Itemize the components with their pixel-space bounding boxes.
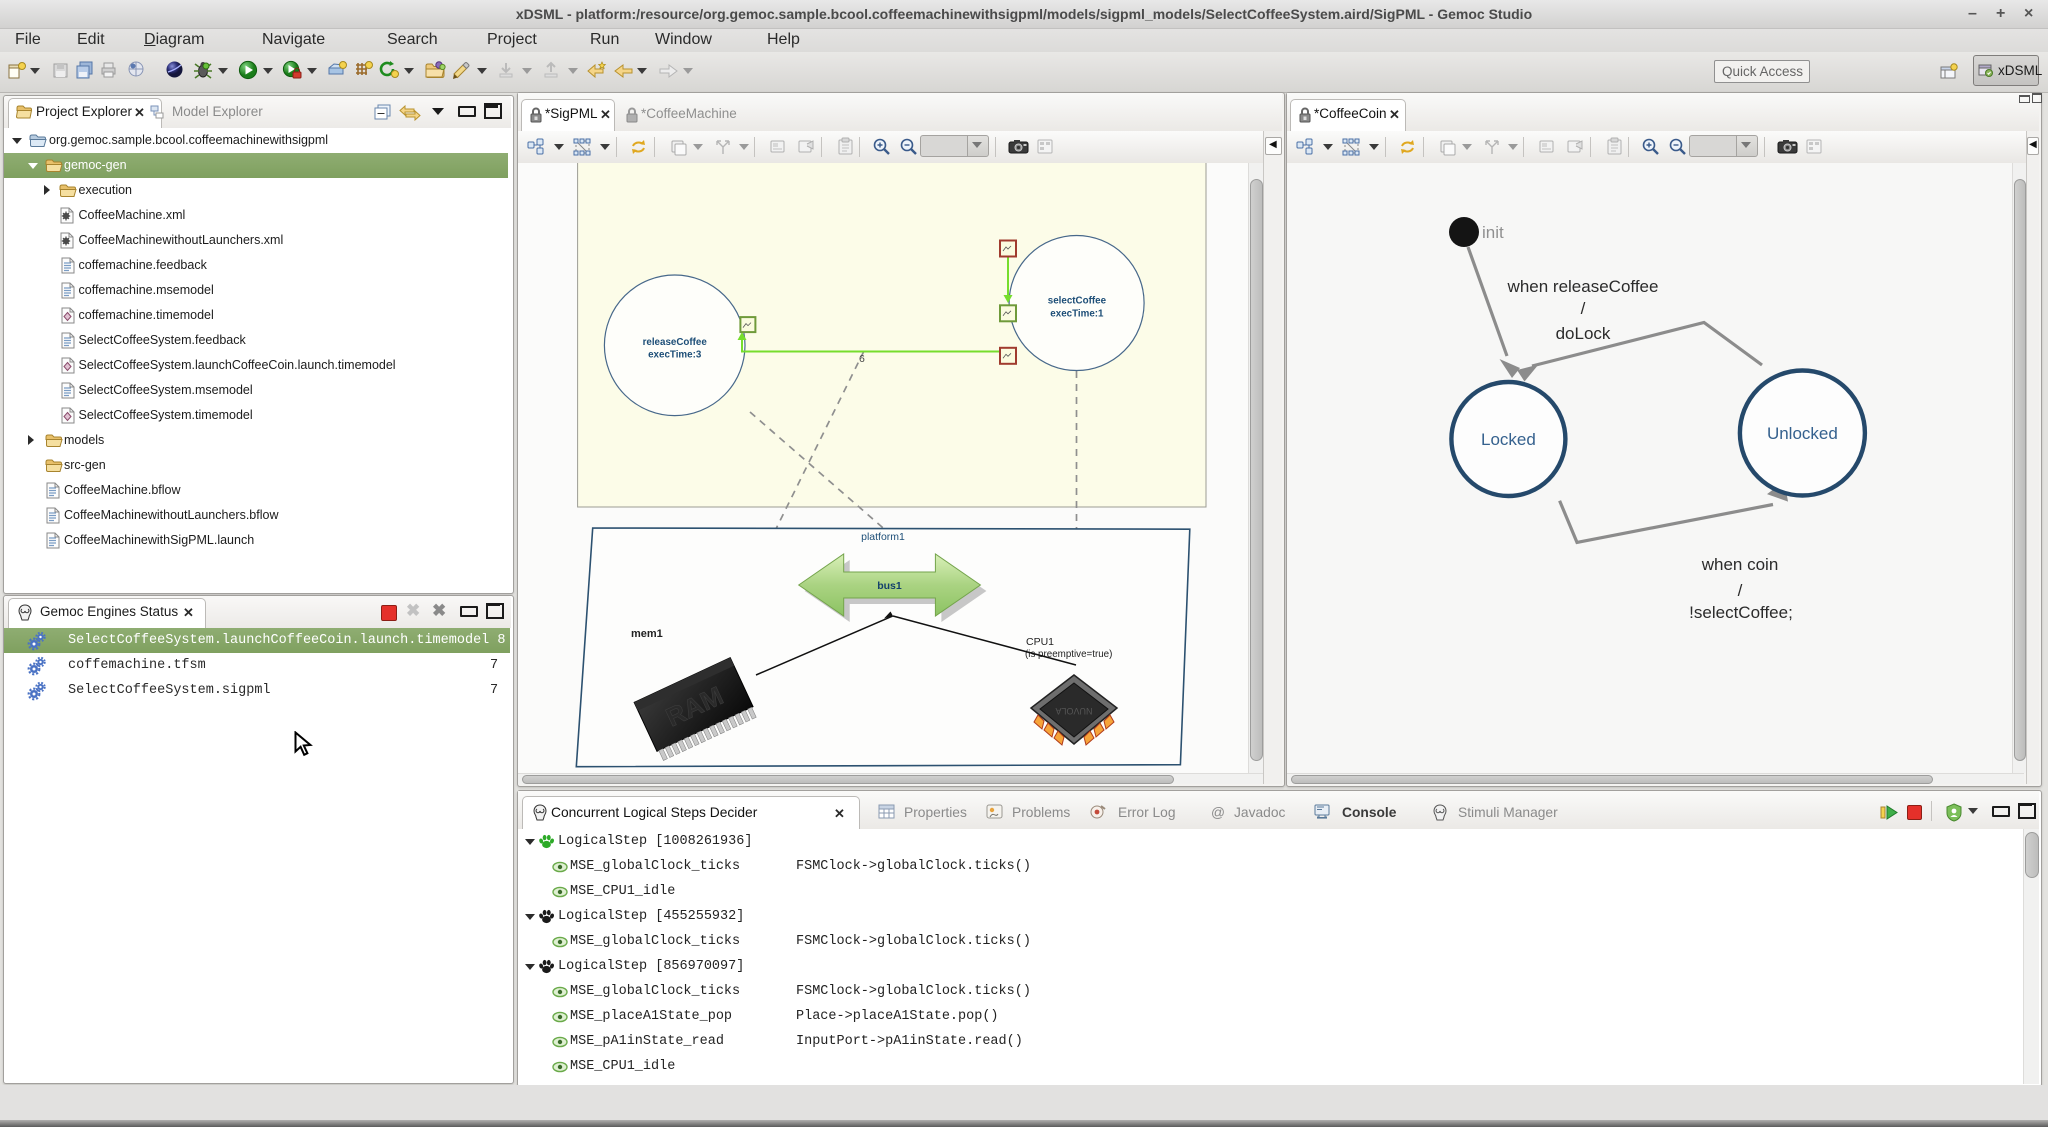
svg-text:/: /	[1738, 581, 1743, 600]
svg-text:mem1: mem1	[631, 628, 663, 640]
svg-text:selectCoffee: selectCoffee	[1048, 296, 1107, 307]
svg-text:Locked: Locked	[1481, 430, 1536, 449]
svg-text:init: init	[1482, 223, 1504, 242]
svg-text:when releaseCoffee: when releaseCoffee	[1507, 277, 1659, 296]
svg-text:execTime:1: execTime:1	[1050, 309, 1104, 320]
svg-text:6: 6	[859, 353, 865, 365]
svg-text:CPU1: CPU1	[1026, 636, 1054, 648]
svg-text:releaseCoffee: releaseCoffee	[643, 337, 708, 348]
svg-text:!selectCoffee;: !selectCoffee;	[1689, 603, 1793, 622]
svg-text:when coin: when coin	[1701, 555, 1779, 574]
svg-text:NUVOLA: NUVOLA	[1055, 706, 1092, 716]
svg-text:doLock: doLock	[1556, 324, 1611, 343]
svg-text:/: /	[1581, 299, 1586, 318]
svg-text:bus1: bus1	[877, 580, 902, 592]
svg-text:execTime:3: execTime:3	[648, 350, 702, 361]
svg-text:platform1: platform1	[861, 531, 905, 543]
svg-text:Unlocked: Unlocked	[1767, 424, 1838, 443]
